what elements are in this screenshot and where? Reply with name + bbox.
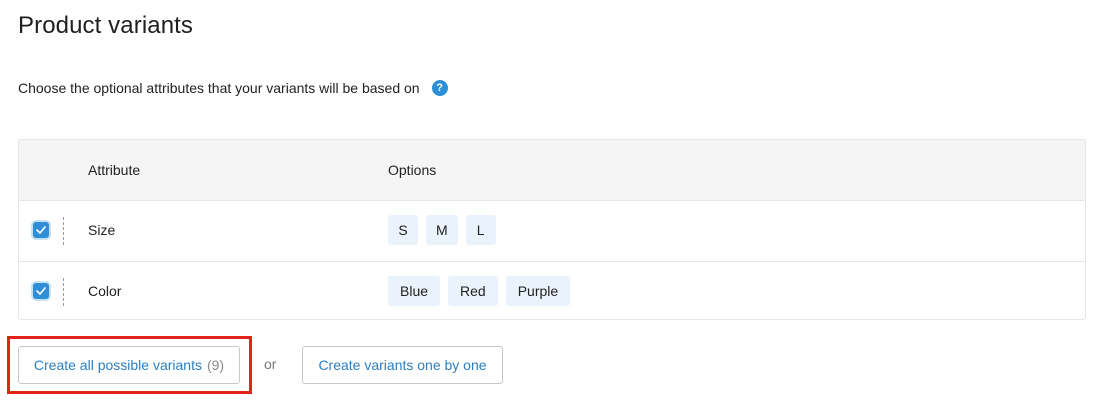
option-chip: Blue (388, 276, 441, 306)
color-checkbox[interactable] (33, 283, 49, 299)
table-row-color: Color Blue Red Purple (19, 261, 1085, 319)
column-header-options: Options (388, 162, 437, 178)
options-list: Blue Red Purple (388, 276, 571, 306)
attribute-name: Size (88, 222, 116, 238)
size-checkbox[interactable] (33, 222, 49, 238)
drag-divider (63, 217, 64, 245)
create-all-variants-button[interactable]: Create all possible variants (9) (18, 346, 240, 384)
create-all-label: Create all possible variants (33, 357, 202, 373)
table-row-size: Size S M L (19, 201, 1085, 261)
variant-attributes-table: Attribute Options Size S M L Color Blue … (18, 139, 1086, 320)
attribute-name: Color (88, 283, 122, 299)
checkmark-icon (36, 226, 46, 234)
options-list: S M L (388, 215, 496, 245)
option-chip: Purple (505, 276, 571, 306)
option-chip: Red (448, 276, 498, 306)
checkmark-icon (36, 287, 46, 295)
variant-count: (9) (206, 357, 225, 373)
create-variants-one-by-one-button[interactable]: Create variants one by one (302, 346, 503, 384)
subtitle-row: Choose the optional attributes that your… (18, 78, 448, 98)
option-chip: L (465, 215, 496, 245)
table-header: Attribute Options (19, 140, 1085, 201)
help-icon[interactable]: ? (431, 80, 448, 96)
column-header-attribute: Attribute (88, 162, 141, 178)
option-chip: S (388, 215, 418, 245)
or-separator: or (264, 356, 277, 372)
option-chip: M (426, 215, 458, 245)
subtitle-text: Choose the optional attributes that your… (18, 80, 420, 96)
page-title: Product variants (18, 12, 194, 39)
drag-divider (63, 278, 64, 306)
